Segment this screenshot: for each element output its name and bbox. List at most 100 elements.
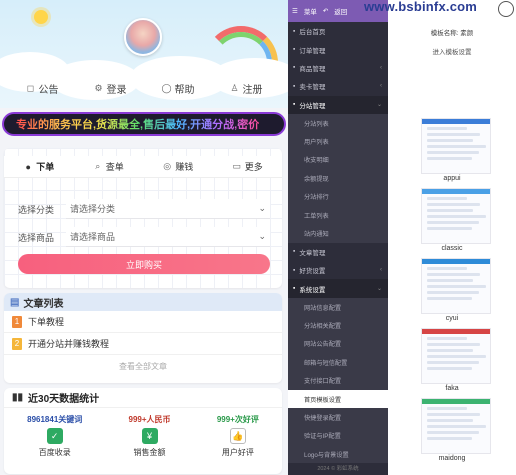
buy-now-button[interactable]: 立即购买 <box>18 254 270 274</box>
sidebar-subitem[interactable]: 网站公告配置 <box>288 334 388 354</box>
sidebar-subitem[interactable]: 网站信息配置 <box>288 297 388 317</box>
list-item[interactable]: 1 下单教程 <box>4 311 282 333</box>
gear-icon: ⚙ <box>94 82 103 93</box>
chevron-icon: ‹ <box>380 83 382 90</box>
template-thumbnail[interactable] <box>421 118 491 174</box>
sidebar-subitem[interactable]: 工单列表 <box>288 205 388 225</box>
sidebar-item[interactable]: ▪ 系统设置 ⌄ <box>288 279 388 298</box>
template-thumbnail[interactable] <box>421 258 491 314</box>
template-label: classic <box>441 245 463 252</box>
sidebar-subitem[interactable]: 收支明细 <box>288 150 388 170</box>
menu-label[interactable]: 菜单 <box>304 6 317 16</box>
avatar[interactable] <box>124 18 162 56</box>
sidebar-item[interactable]: ▪ 后台首页 <box>288 22 388 40</box>
tab-query[interactable]: ⌕ 查单 <box>93 160 124 173</box>
back-label[interactable]: 返回 <box>334 6 347 16</box>
thumbnail-line <box>427 157 472 160</box>
sidebar-subitem[interactable]: 邮箱与短信配置 <box>288 353 388 372</box>
more-label: 查看全部文章 <box>119 361 167 371</box>
screenshot-root: ◻ 公告 ⚙ 登录 ◯ 帮助 ♙ 注册 专业的服务平台,货源最全,售后最好,开通分战,密… <box>0 0 516 475</box>
thumbnail-line <box>427 227 472 230</box>
thumbnail-line <box>427 413 480 416</box>
thumbnail-line <box>427 361 479 364</box>
sidebar-item[interactable]: ▪ 分站管理 ⌄ <box>288 95 388 114</box>
menu-icon[interactable]: ☰ <box>292 7 298 15</box>
template-panel: 模板名称: 素颜 进入模板设置 appui classic cyui faka maid… <box>388 0 516 475</box>
thumbnail-line <box>427 145 486 148</box>
sidebar-subitem[interactable]: 用户列表 <box>288 132 388 151</box>
thumbnail-line <box>427 127 467 130</box>
thumbnail-line <box>427 407 467 410</box>
template-label: appui <box>443 175 461 182</box>
article-card: ▤ 文章列表 1 下单教程 2 开通分站并赚钱教程 查看全部文章 <box>4 293 282 383</box>
sidebar-subitem[interactable]: 分站相关配置 <box>288 316 388 335</box>
back-icon[interactable]: ↶ <box>323 7 328 15</box>
category-label: 选择分类 <box>18 204 55 215</box>
thumbnail-line <box>427 273 480 276</box>
sidebar-item-label: 系统设置 <box>299 286 326 294</box>
category-select[interactable]: 请选择分类 ⌄ <box>66 199 270 219</box>
stats-header: ▮▮ 近30天数据统计 <box>4 388 282 408</box>
tab-order[interactable]: ● 下单 <box>23 160 55 173</box>
product-select[interactable]: 请选择商品 ⌄ <box>66 227 270 247</box>
coin-icon: ◎ <box>163 161 172 171</box>
nav-announcement[interactable]: ◻ 公告 <box>26 81 59 96</box>
sidebar-subitem[interactable]: 支付接口配置 <box>288 371 388 390</box>
thumbnail-line <box>427 349 473 352</box>
marquee-text: 专业的服务平台,货源最全,售后最好,开通分战,密价 <box>16 116 259 132</box>
article-link: 开通分站并赚钱教程 <box>28 339 110 349</box>
chevron-down-icon: ⌄ <box>258 203 266 213</box>
sidebar-item-label: 分站管理 <box>299 102 326 110</box>
thumbnail-line <box>427 279 473 282</box>
chevron-icon: ⌄ <box>376 286 382 293</box>
product-select-value: 请选择商品 <box>70 232 116 242</box>
sidebar-subitem[interactable]: 快捷登录配置 <box>288 408 388 427</box>
template-thumbnail[interactable] <box>421 188 491 244</box>
stat-value: 999+次好评 <box>216 415 259 424</box>
chevron-icon: ‹ <box>380 267 382 274</box>
sidebar-footer: 2024 © 彩虹系统 <box>288 461 388 475</box>
tab-earn[interactable]: ◎ 赚钱 <box>162 160 193 173</box>
sidebar-subitem[interactable]: 分站列表 <box>288 113 388 133</box>
watermark-avatar <box>498 1 514 17</box>
thumbnail-line <box>427 431 479 434</box>
sidebar-item[interactable]: ▪ 订单管理 <box>288 40 388 58</box>
marquee-banner: 专业的服务平台,货源最全,售后最好,开通分战,密价 <box>2 112 286 136</box>
thumbnail-header <box>422 329 490 334</box>
tab-more[interactable]: ▭ 更多 <box>232 160 262 173</box>
sidebar-subitem[interactable]: 首页模板设置 <box>288 389 388 409</box>
search-icon: ⌕ <box>95 161 101 171</box>
stats-row: 8961841关键词 ✓ 百度收录 999+人民币 ¥ 销售金额 999+次好评… <box>4 408 282 458</box>
chevron-icon: ‹ <box>380 64 382 71</box>
thumbnail-header <box>422 259 490 264</box>
nav-login[interactable]: ⚙ 登录 <box>94 81 126 96</box>
thumbnail-header <box>422 399 490 404</box>
thumbnail-line <box>427 367 472 370</box>
template-name: 模板名称: 素颜 <box>388 27 516 37</box>
sidebar-item-label: 文章管理 <box>299 249 326 257</box>
sidebar-subitem[interactable]: 验证与IP配置 <box>288 426 388 445</box>
template-label: maidong <box>438 455 466 462</box>
thumbnail-line <box>427 221 479 224</box>
sidebar-item[interactable]: ▪ 好货设置 ‹ <box>288 261 388 279</box>
sidebar-subitem[interactable]: 站内通知 <box>288 224 388 243</box>
view-all-articles-link[interactable]: 查看全部文章 <box>4 355 282 377</box>
template-settings-link[interactable]: 进入模板设置 <box>388 46 516 56</box>
template-thumbnail[interactable] <box>421 328 491 384</box>
sidebar-item[interactable]: ▪ 商品管理 ‹ <box>288 59 388 77</box>
sidebar-item[interactable]: ▪ 文章管理 <box>288 243 388 261</box>
menu-item-icon: ▪ <box>293 27 296 35</box>
stat-label: 销售金额 <box>133 448 166 457</box>
list-item[interactable]: 2 开通分站并赚钱教程 <box>4 333 282 355</box>
chevron-down-icon: ⌄ <box>258 231 266 241</box>
sidebar-item[interactable]: ▪ 卖卡管理 ‹ <box>288 77 388 95</box>
sidebar-subitem[interactable]: 余额提现 <box>288 169 388 188</box>
nav-register[interactable]: ♙ 注册 <box>230 81 262 96</box>
template-thumbnail[interactable] <box>421 398 491 454</box>
thumbs-up-icon: 👍 <box>229 428 246 444</box>
thumbnail-line <box>427 197 467 200</box>
stat-sales: 999+人民币 ¥ 销售金额 <box>129 414 171 458</box>
sidebar-subitem[interactable]: 分站排行 <box>288 187 388 206</box>
nav-help[interactable]: ◯ 帮助 <box>161 81 194 96</box>
watermark-text: www.bsbinfx.com <box>364 0 478 14</box>
